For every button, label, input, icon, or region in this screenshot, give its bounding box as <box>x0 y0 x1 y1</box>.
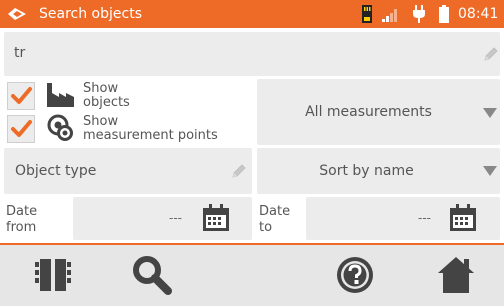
measurement-type-dropdown[interactable]: All measurements <box>257 79 500 145</box>
measurement-point-icon <box>47 114 73 141</box>
chevron-down-icon <box>483 108 497 118</box>
calendar-icon[interactable] <box>448 203 478 233</box>
show-objects-label-line1: Show <box>83 81 119 96</box>
date-to-label-line1: Date <box>259 204 291 219</box>
search-input[interactable]: tr <box>4 32 500 76</box>
date-from-value: --- <box>169 211 182 225</box>
help-icon[interactable] <box>333 253 377 297</box>
title-bar: Search objects 08:41 <box>0 0 504 28</box>
show-objects-label-line2: objects <box>83 95 130 110</box>
measurement-type-value: All measurements <box>305 104 432 120</box>
chevron-down-icon <box>483 166 497 176</box>
visibility-options: Show objects Show measurement points <box>4 79 252 145</box>
page-title: Search objects <box>39 6 142 22</box>
calendar-icon[interactable] <box>201 203 231 233</box>
date-to-value: --- <box>418 211 431 225</box>
battery-icon <box>439 5 449 23</box>
date-from-label-line2: from <box>6 220 37 235</box>
sort-value: Sort by name <box>319 163 414 179</box>
show-objects-checkbox[interactable] <box>7 82 35 110</box>
factory-icon <box>47 83 74 107</box>
sd-card-icon <box>362 5 372 23</box>
date-to-field[interactable]: --- <box>306 197 500 240</box>
show-points-label-line2: measurement points <box>83 128 218 143</box>
home-icon[interactable] <box>434 253 478 297</box>
bottom-toolbar <box>0 245 504 306</box>
sonel-logo-icon <box>8 8 26 20</box>
object-type-placeholder: Object type <box>15 163 97 179</box>
plug-icon <box>413 5 425 23</box>
show-measurement-points-checkbox[interactable] <box>7 115 35 143</box>
sort-dropdown[interactable]: Sort by name <box>257 148 500 194</box>
signal-icon <box>382 9 397 22</box>
search-icon[interactable] <box>130 253 174 297</box>
clock: 08:41 <box>458 6 499 22</box>
show-points-label-line1: Show <box>83 114 119 129</box>
search-input-value: tr <box>14 45 26 61</box>
pencil-icon[interactable] <box>482 45 500 63</box>
date-to-label-line2: to <box>259 220 273 235</box>
date-from-field[interactable]: --- <box>73 197 252 240</box>
date-from-label-line1: Date <box>6 204 38 219</box>
object-type-field[interactable]: Object type <box>4 148 252 194</box>
checkmark-icon <box>11 87 32 104</box>
checkmark-icon <box>11 120 32 137</box>
memory-icon[interactable] <box>31 253 75 297</box>
